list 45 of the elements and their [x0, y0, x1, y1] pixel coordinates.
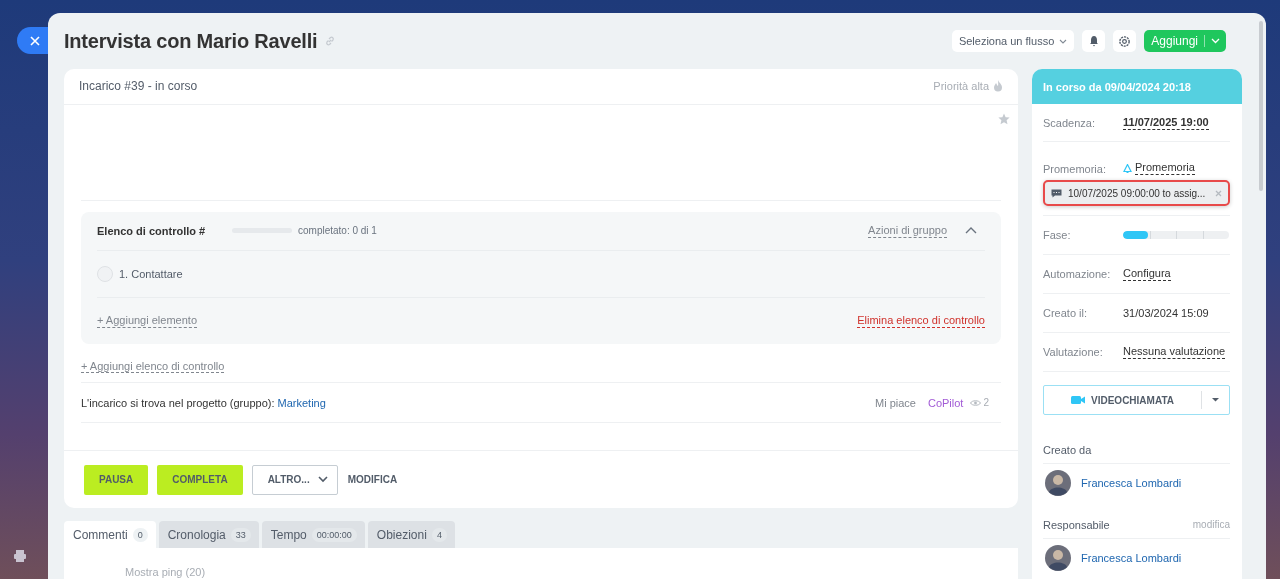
like-link[interactable]: Mi piace: [875, 396, 916, 409]
section-heading: Creato da: [1043, 444, 1092, 456]
project-link[interactable]: Marketing: [277, 396, 326, 409]
delete-checklist-link[interactable]: Elimina elenco di controllo: [857, 313, 985, 328]
reminder-chip[interactable]: 10/07/2025 09:00:00 to assig...: [1043, 180, 1230, 206]
user-link[interactable]: Francesca Lombardi: [1081, 476, 1182, 489]
video-call-button[interactable]: VIDEOCHIAMATA: [1043, 385, 1230, 415]
tab[interactable]: Tempo 00:00:00: [261, 521, 365, 548]
edit-link[interactable]: MODIFICA: [346, 464, 399, 495]
section-heading: Responsabile: [1043, 519, 1110, 531]
copilot-link[interactable]: CoPilot: [927, 396, 964, 409]
group-actions-link[interactable]: Azioni di gruppo: [868, 223, 947, 238]
field-label: Valutazione:: [1043, 346, 1104, 358]
flow-select[interactable]: Seleziona un flusso: [951, 30, 1075, 52]
project-info: L'incarico si trova nel progetto (gruppo): Marketing: [81, 396, 326, 409]
due-date-link[interactable]: 11/07/2025 19:00: [1123, 115, 1209, 130]
add-checklist-link[interactable]: + Aggiungi elenco di controllo: [81, 359, 225, 373]
task-status: Incarico #39 - in corso: [79, 79, 198, 94]
count-badge: 0: [132, 527, 148, 542]
count-badge: 4: [431, 527, 447, 542]
progress-text: completato: 0 di 1: [298, 225, 377, 236]
more-dropdown[interactable]: ALTRO...: [251, 464, 338, 495]
add-item-link[interactable]: + Aggiungi elemento: [97, 313, 197, 328]
page-title: Intervista con Mario Ravelli: [64, 29, 318, 53]
tab[interactable]: Commenti 0: [64, 521, 156, 548]
field-link[interactable]: Configura: [1123, 267, 1171, 281]
checklist-item: 1. Contattare: [119, 267, 183, 280]
checklist-title: Elenco di controllo #: [97, 224, 207, 237]
action-button[interactable]: COMPLETA: [157, 464, 243, 495]
field-label: Automazione:: [1043, 268, 1112, 280]
view-count: 2: [983, 397, 989, 409]
count-badge: 00:00:00: [311, 527, 357, 542]
field-label: Fase:: [1043, 229, 1072, 241]
status-text: In corso da 09/04/2024 20:18: [1043, 80, 1191, 93]
field-link[interactable]: Nessuna valutazione: [1123, 345, 1226, 359]
field-label: Promemoria:: [1043, 163, 1107, 175]
field-label: Scadenza:: [1043, 116, 1096, 129]
user-link[interactable]: Francesca Lombardi: [1081, 551, 1182, 564]
action-button[interactable]: PAUSA: [84, 464, 149, 495]
field-value: 31/03/2024 15:09: [1123, 307, 1209, 319]
count-badge: 33: [230, 527, 251, 542]
tab[interactable]: Obiezioni 4: [367, 521, 455, 548]
reminder-link[interactable]: Promemoria: [1135, 161, 1195, 175]
field-label: Creato il:: [1043, 307, 1089, 319]
tab[interactable]: Cronologia 33: [158, 521, 259, 548]
